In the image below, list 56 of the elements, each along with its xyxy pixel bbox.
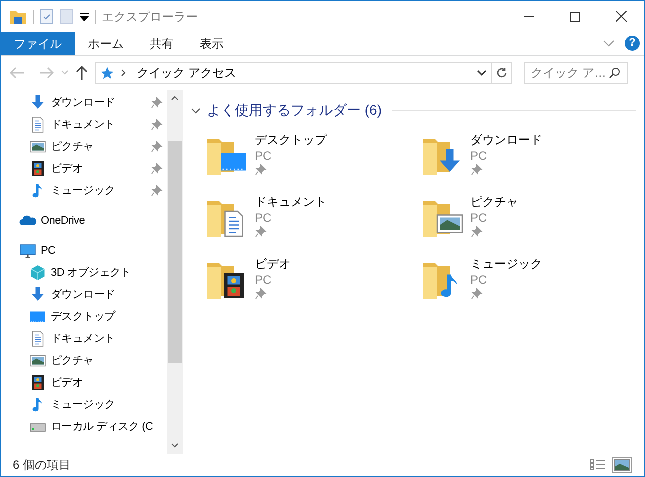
- folder-name[interactable]: ドキュメント: [255, 195, 327, 210]
- folder-name[interactable]: ミュージック: [470, 257, 542, 272]
- computer-monitor-icon: [19, 242, 37, 260]
- nav-item[interactable]: ミュージック: [51, 182, 147, 200]
- nav-item[interactable]: ダウンロード: [51, 94, 147, 112]
- large-icons-view-button[interactable]: [612, 457, 632, 473]
- star-icon: [100, 66, 115, 80]
- folder-name[interactable]: ダウンロード: [470, 133, 542, 148]
- film-strip-icon: [29, 160, 47, 178]
- folder-location: PC: [470, 148, 488, 164]
- close-icon: [616, 11, 626, 22]
- nav-item[interactable]: ドキュメント: [51, 330, 163, 348]
- window-title: エクスプローラー: [102, 8, 198, 26]
- nav-item[interactable]: デスクトップ: [51, 308, 163, 326]
- scroll-up-icon[interactable]: [171, 95, 179, 101]
- address-field[interactable]: クイック アクセス: [95, 62, 492, 84]
- folder-name[interactable]: ピクチャ: [470, 195, 518, 210]
- address-path: クイック アクセス: [137, 65, 238, 82]
- help-icon[interactable]: ?: [625, 36, 640, 51]
- details-view-button[interactable]: [588, 457, 608, 473]
- ribbon-tab[interactable]: ファイル: [1, 32, 75, 55]
- folder-location: PC: [255, 210, 273, 226]
- folder-name[interactable]: ビデオ: [255, 257, 291, 272]
- dropdown-caret-icon[interactable]: [80, 12, 89, 20]
- folder-location: PC: [470, 210, 488, 226]
- folder-location: PC: [255, 272, 273, 288]
- nav-item[interactable]: ダウンロード: [51, 286, 163, 304]
- film-strip-icon: [29, 374, 47, 392]
- refresh-icon: [496, 67, 508, 79]
- nav-item[interactable]: ミュージック: [51, 396, 163, 414]
- chevron-down-icon[interactable]: [477, 70, 487, 76]
- refresh-button[interactable]: [492, 62, 512, 84]
- nav-item[interactable]: OneDrive: [41, 212, 163, 230]
- folder-icon[interactable]: [9, 8, 27, 24]
- nav-item[interactable]: ピクチャ: [51, 352, 163, 370]
- nav-item[interactable]: 3D オブジェクト: [51, 264, 163, 282]
- chevron-right-icon: [121, 69, 127, 77]
- nav-item[interactable]: ローカル ディスク (C: [51, 418, 163, 436]
- nav-item[interactable]: ビデオ: [51, 160, 147, 178]
- collapse-chevron-icon[interactable]: [191, 106, 201, 114]
- nav-item[interactable]: ドキュメント: [51, 116, 147, 134]
- search-field[interactable]: クイック ア…: [524, 62, 628, 84]
- scrollbar[interactable]: [167, 90, 183, 454]
- nav-item[interactable]: ピクチャ: [51, 138, 147, 156]
- nav-item[interactable]: PC: [41, 242, 163, 260]
- folder-name[interactable]: デスクトップ: [255, 133, 327, 148]
- cube-icon: [29, 264, 47, 282]
- checklist-icon[interactable]: [40, 8, 54, 24]
- up-arrow-icon[interactable]: [75, 65, 89, 81]
- nav-item[interactable]: ビデオ: [51, 374, 163, 392]
- section-heading[interactable]: よく使用するフォルダー (6): [207, 100, 382, 121]
- search-icon[interactable]: [609, 67, 621, 79]
- scroll-down-icon[interactable]: [171, 443, 179, 449]
- item-count: 6 個の項目: [13, 457, 72, 474]
- folder-location: PC: [255, 148, 273, 164]
- folder-location: PC: [470, 272, 488, 288]
